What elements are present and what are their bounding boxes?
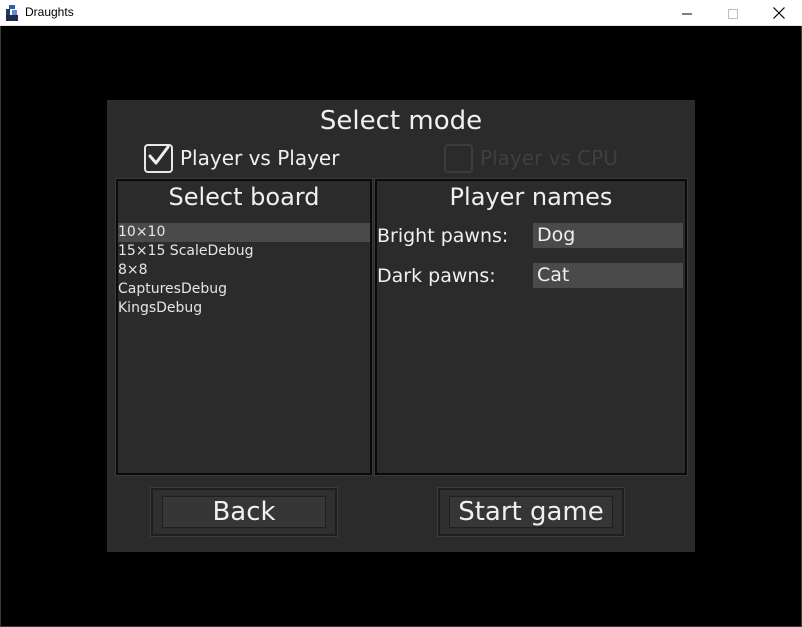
back-button-label: Back <box>212 497 276 527</box>
dark-pawns-row: Dark pawns: Cat <box>377 263 685 289</box>
title-bar[interactable]: Draughts <box>0 0 802 26</box>
board-item-capturesdebug[interactable]: CapturesDebug <box>118 280 370 299</box>
select-board-panel: Select board 10×10 15×15 ScaleDebug 8×8 … <box>115 178 373 476</box>
dialog-title: Select mode <box>319 106 483 136</box>
cpu-checkbox <box>444 143 473 173</box>
dark-pawns-label: Dark pawns: <box>377 265 496 287</box>
bright-pawns-input[interactable]: Dog <box>533 223 683 248</box>
checkmark-icon <box>147 144 171 172</box>
pvp-label: Player vs Player <box>180 146 340 170</box>
start-game-button[interactable]: Start game <box>437 487 625 537</box>
player-names-panel: Player names Bright pawns: Dog Dark pawn… <box>374 178 688 476</box>
select-mode-dialog: Select mode Player vs Player Player vs C… <box>107 100 695 552</box>
board-item-8x8[interactable]: 8×8 <box>118 261 370 280</box>
maximize-button[interactable] <box>710 0 756 26</box>
dark-pawns-input[interactable]: Cat <box>533 263 683 288</box>
board-item-15x15-scaledebug[interactable]: 15×15 ScaleDebug <box>118 242 370 261</box>
pvp-checkbox[interactable] <box>144 143 173 173</box>
cpu-label: Player vs CPU <box>480 146 618 170</box>
select-board-title: Select board <box>168 183 320 211</box>
minimize-icon <box>682 4 692 23</box>
board-list: 10×10 15×15 ScaleDebug 8×8 CapturesDebug… <box>118 223 370 318</box>
window-title: Draughts <box>25 5 74 19</box>
bright-pawns-row: Bright pawns: Dog <box>377 223 685 249</box>
mode-player-vs-player[interactable]: Player vs Player <box>144 143 339 173</box>
board-item-10x10[interactable]: 10×10 <box>118 223 370 242</box>
close-icon <box>773 4 785 23</box>
close-button[interactable] <box>756 0 802 26</box>
player-names-title: Player names <box>449 183 613 211</box>
app-icon <box>4 5 20 21</box>
back-button[interactable]: Back <box>150 487 338 537</box>
start-game-button-label: Start game <box>458 497 604 527</box>
board-item-kingsdebug[interactable]: KingsDebug <box>118 299 370 318</box>
bright-pawns-label: Bright pawns: <box>377 225 509 247</box>
minimize-button[interactable] <box>664 0 710 26</box>
mode-player-vs-cpu: Player vs CPU <box>444 143 618 173</box>
maximize-icon <box>728 4 738 23</box>
